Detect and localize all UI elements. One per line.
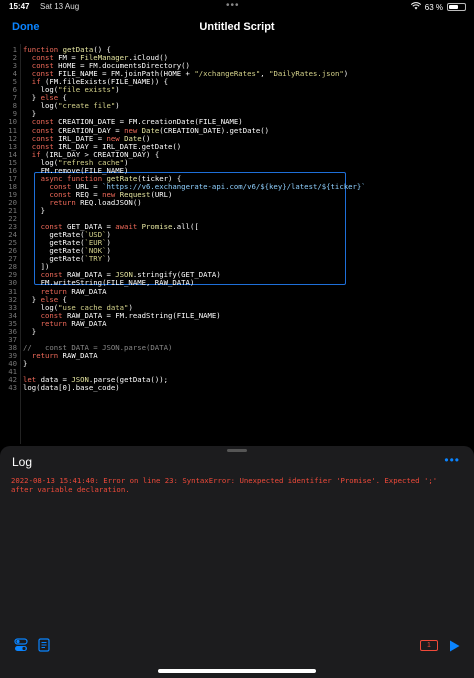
log-panel: Log ••• 2022-08-13 15:41:40: Error on li… — [0, 446, 474, 678]
page-title: Untitled Script — [199, 21, 275, 33]
code-line[interactable]: 31 return RAW_DATA — [0, 287, 474, 296]
status-date: Sat 13 Aug — [40, 2, 80, 11]
status-time: 15:47 — [9, 2, 30, 11]
code-editor[interactable]: 1 function getData() {2 const FM = FileMa… — [0, 44, 474, 444]
documentation-icon[interactable] — [38, 638, 50, 652]
line-code: log("create file") — [23, 101, 120, 111]
line-code: log(data[0].base_code) — [23, 383, 120, 393]
code-line[interactable]: 21 } — [0, 207, 474, 215]
line-code: } — [23, 358, 28, 368]
code-line[interactable]: 27 getRate(`TRY`) — [0, 255, 474, 263]
code-line[interactable]: 20 return REQ.loadJSON() — [0, 198, 474, 207]
code-line[interactable]: 6 log("file exists") — [0, 86, 474, 94]
code-line[interactable]: 40} — [0, 358, 474, 368]
home-indicator — [158, 669, 316, 673]
line-number: 43 — [8, 383, 17, 393]
error-count-badge[interactable]: 1 — [420, 640, 438, 651]
code-line[interactable]: 43 log(data[0].base_code) — [0, 384, 474, 392]
code-line[interactable]: 8 log("create file") — [0, 102, 474, 110]
line-code: } — [23, 326, 37, 336]
log-title: Log — [12, 455, 33, 469]
code-line[interactable]: 39 return RAW_DATA — [0, 350, 474, 360]
line-code: } — [23, 206, 45, 215]
wifi-icon — [410, 2, 421, 12]
drag-handle[interactable] — [227, 449, 247, 452]
more-options-icon[interactable]: ••• — [444, 453, 460, 467]
status-right: 63 % — [410, 2, 466, 12]
battery-fill — [449, 5, 459, 9]
run-play-icon[interactable] — [447, 639, 461, 653]
nav-bar: Done Untitled Script — [0, 14, 474, 42]
code-line[interactable]: 35 return RAW_DATA — [0, 319, 474, 328]
battery-icon — [447, 3, 466, 11]
code-line[interactable]: 36 } — [0, 326, 474, 336]
log-error-message: 2022-08-13 15:41:40: Error on line 23: S… — [11, 476, 438, 494]
line-code: return RAW_DATA — [31, 350, 98, 360]
multitasking-dots-icon[interactable]: ••• — [226, 0, 240, 11]
status-bar: 15:47 Sat 13 Aug ••• 63 % — [0, 0, 474, 14]
battery-percent: 63 % — [424, 2, 443, 12]
toggle-settings-icon[interactable] — [14, 638, 28, 652]
